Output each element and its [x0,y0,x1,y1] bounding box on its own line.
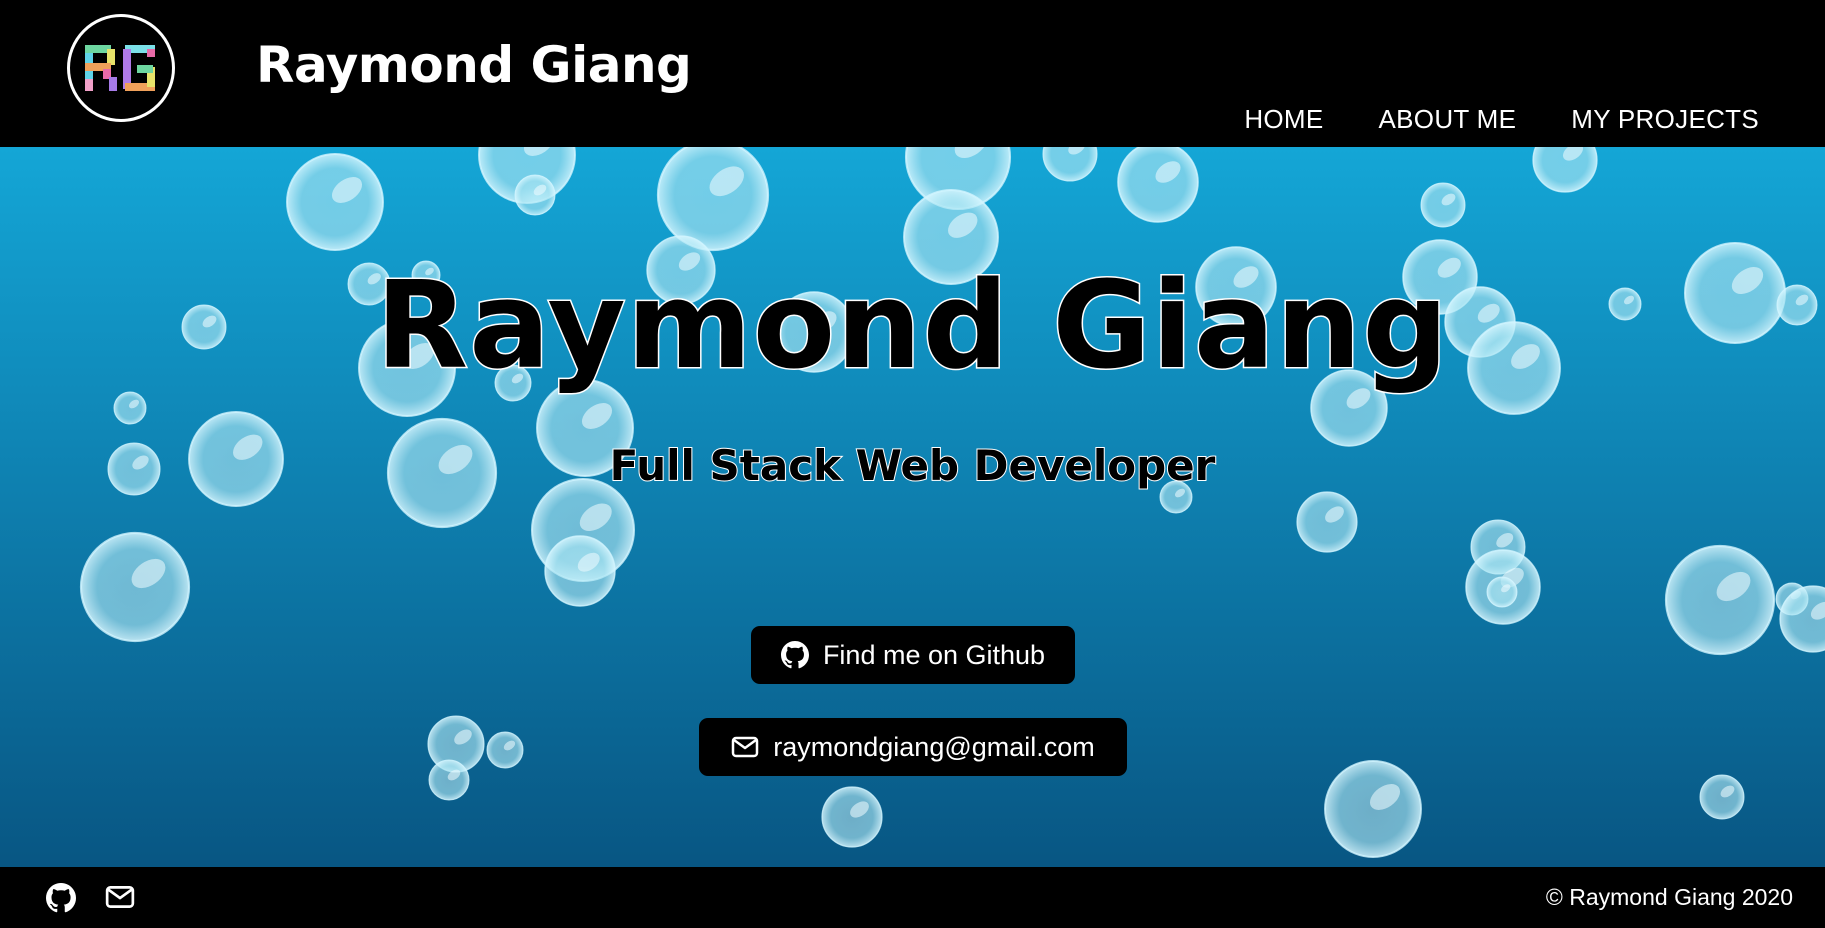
site-footer: © Raymond Giang 2020 [0,867,1825,928]
github-icon [780,641,809,669]
nav-about-me[interactable]: ABOUT ME [1379,104,1517,135]
bubble [1664,544,1776,656]
bubble [79,531,191,643]
brand-name[interactable]: Raymond Giang [256,40,692,90]
bubble [821,786,883,848]
nav-home[interactable]: HOME [1244,104,1323,135]
bubble [656,147,770,252]
footer-mail-link[interactable] [105,885,135,914]
copyright-text: © Raymond Giang 2020 [1545,884,1793,910]
rg-logo-icon [85,45,155,91]
bubble [1486,576,1518,608]
hero-title: Raymond Giang [374,257,1450,396]
email-button[interactable]: raymondgiang@gmail.com [699,718,1127,776]
github-button-label: Find me on Github [822,639,1046,670]
bubble [1699,774,1745,820]
bubble [1420,182,1466,228]
logo[interactable] [67,14,175,122]
mail-icon [105,886,135,908]
github-icon [46,883,76,913]
hero-section: Raymond Giang Full Stack Web Developer F… [0,147,1825,867]
bubble [286,153,384,251]
bubble [514,174,556,216]
bubble [1296,491,1358,553]
github-button[interactable]: Find me on Github [751,626,1075,684]
mail-icon [731,736,759,758]
bubble [428,759,470,801]
site-header: Raymond Giang HOME ABOUT ME MY PROJECTS [0,0,1825,147]
bubble [113,391,147,425]
email-button-label: raymondgiang@gmail.com [773,731,1095,762]
bubble [1117,147,1199,223]
main-nav: HOME ABOUT ME MY PROJECTS [1244,104,1759,135]
nav-my-projects[interactable]: MY PROJECTS [1571,104,1759,135]
bubble [544,535,616,607]
footer-github-link[interactable] [46,883,76,918]
bubble [1324,760,1422,858]
hero-subtitle: Full Stack Web Developer [609,441,1217,490]
bubble [486,731,524,769]
